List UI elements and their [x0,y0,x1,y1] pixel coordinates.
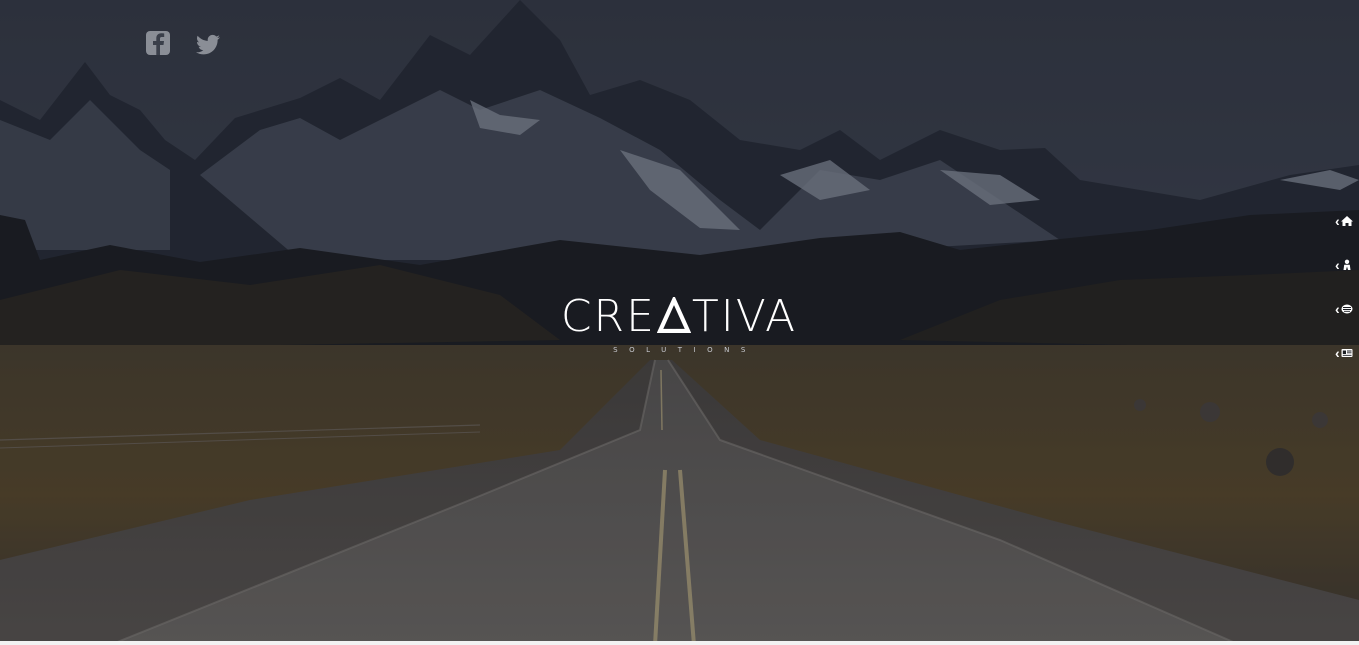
services-icon [1341,304,1353,314]
twitter-icon [196,34,220,55]
social-links [144,30,222,58]
home-icon [1340,216,1353,226]
chevron-left-icon: ‹ [1335,301,1340,317]
chevron-left-icon: ‹ [1335,213,1340,229]
sidenav-item-about[interactable]: ‹ [1335,254,1359,276]
triangle-a-icon [656,297,691,333]
sidenav-item-services[interactable]: ‹ [1335,298,1359,320]
chevron-left-icon: ‹ [1335,345,1340,361]
contact-card-icon [1341,349,1353,357]
brand-name: CRE TIVA [538,292,820,342]
chevron-left-icon: ‹ [1335,257,1340,273]
sidenav-item-home[interactable]: ‹ [1335,210,1359,232]
brand-name-part1: CRE [560,291,656,342]
facebook-link[interactable] [144,30,172,58]
brand-tagline: SOLUTIONS [613,346,757,354]
facebook-icon [146,31,170,55]
twitter-link[interactable] [194,30,222,58]
user-icon [1343,259,1351,270]
page-bottom-edge [0,641,1359,645]
brand-name-part2: TIVA [691,291,798,342]
brand-logo[interactable]: CRE TIVA SOLUTIONS [538,292,820,355]
side-navigation: ‹ ‹ ‹ ‹ [1335,210,1359,386]
sidenav-item-contact[interactable]: ‹ [1335,342,1359,364]
